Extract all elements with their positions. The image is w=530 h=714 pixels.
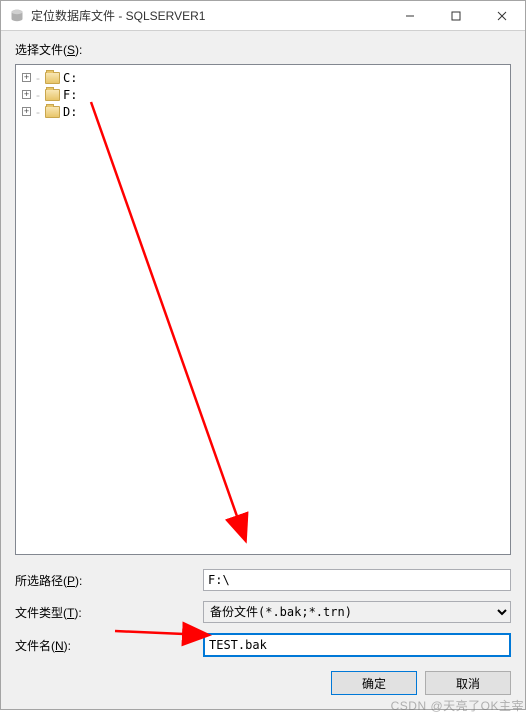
folder-icon [45,106,60,118]
select-files-label: 选择文件(S): [15,41,511,58]
drive-tree[interactable]: + - C: + - F: + - D: [15,64,511,555]
file-type-label: 文件类型(T): [15,604,203,621]
cancel-button[interactable]: 取消 [425,671,511,695]
minimize-button[interactable] [387,1,433,30]
window-controls [387,1,525,30]
expand-icon[interactable]: + [22,73,31,82]
file-type-select[interactable]: 备份文件(*.bak;*.trn) [203,601,511,623]
client-area: 选择文件(S): + - C: + - F: + - D: [1,31,525,709]
path-field[interactable]: F:\ [203,569,511,591]
connector-icon: - [34,88,42,102]
drive-label: D: [63,105,77,119]
app-icon [9,8,25,24]
drive-label: F: [63,88,77,102]
connector-icon: - [34,71,42,85]
ok-button[interactable]: 确定 [331,671,417,695]
expand-icon[interactable]: + [22,107,31,116]
filename-input[interactable] [203,633,511,657]
folder-icon [45,89,60,101]
drive-label: C: [63,71,77,85]
tree-item-drive[interactable]: + - C: [18,69,508,86]
maximize-button[interactable] [433,1,479,30]
watermark: CSDN @天亮了OK主宰 [391,697,524,714]
connector-icon: - [34,105,42,119]
form-rows: 所选路径(P): F:\ 文件类型(T): 备份文件(*.bak;*.trn) [15,563,511,667]
expand-icon[interactable]: + [22,90,31,99]
tree-item-drive[interactable]: + - F: [18,86,508,103]
dialog-window: 定位数据库文件 - SQLSERVER1 选择文件(S): + - C: [0,0,526,710]
tree-item-drive[interactable]: + - D: [18,103,508,120]
titlebar: 定位数据库文件 - SQLSERVER1 [1,1,525,31]
dialog-buttons: 确定 取消 [15,667,511,699]
filename-label: 文件名(N): [15,637,203,654]
folder-icon [45,72,60,84]
close-button[interactable] [479,1,525,30]
window-title: 定位数据库文件 - SQLSERVER1 [31,7,387,24]
path-label: 所选路径(P): [15,572,203,589]
